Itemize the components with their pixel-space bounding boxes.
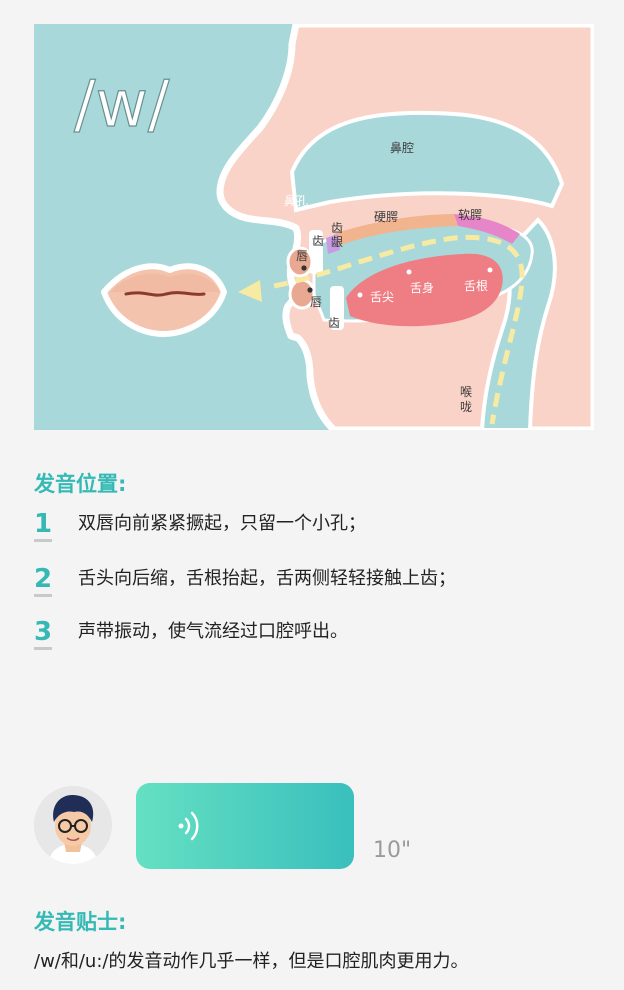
pronunciation-tip-text: /w/和/u:/的发音动作几乎一样，但是口腔肌肉更用力。 (34, 951, 469, 972)
teacher-avatar (34, 786, 112, 864)
label-soft-palate: 软腭 (458, 208, 482, 222)
avatar-illustration (34, 786, 112, 864)
step-text: 舌头向后缩，舌根抬起，舌两侧轻轻接触上齿； (78, 568, 456, 589)
label-throat-1: 喉 (460, 385, 472, 399)
label-alveolar-2: 龈 (331, 235, 343, 249)
label-upper-lip: 唇 (296, 249, 308, 263)
step-number: 3 (34, 618, 52, 650)
label-hard-palate: 硬腭 (374, 210, 398, 224)
label-lower-lip: 唇 (310, 295, 322, 309)
step-number: 1 (34, 510, 52, 542)
phoneme-label: /w/ (74, 68, 170, 142)
upper-lip-dot (301, 265, 307, 271)
pronunciation-tips-title: 发音贴士: (34, 910, 127, 934)
mouth-diagram: /w/ 鼻腔 鼻孔 齿 齿 龈 硬腭 软腭 唇 唇 齿 舌尖 舌身 舌根 喉 咙 (34, 24, 594, 430)
label-upper-teeth: 齿 (312, 234, 324, 248)
tongue-body-dot (406, 269, 412, 275)
tongue-root-dot (487, 267, 493, 273)
label-alveolar-1: 齿 (331, 221, 343, 235)
step-text: 声带振动，使气流经过口腔呼出。 (78, 621, 348, 642)
label-nostril: 鼻孔 (284, 193, 308, 208)
label-tongue-tip: 舌尖 (370, 290, 394, 304)
step-text: 双唇向前紧紧撅起，只留一个小孔； (78, 513, 366, 534)
step-item: 2 舌头向后缩，舌根抬起，舌两侧轻轻接触上齿； (34, 565, 456, 601)
sound-wave-icon (178, 811, 199, 841)
lower-lip-dot (307, 287, 313, 293)
label-tongue-body: 舌身 (410, 280, 434, 295)
label-lower-teeth: 齿 (328, 316, 340, 330)
label-nasal-cavity: 鼻腔 (390, 140, 414, 155)
step-item: 1 双唇向前紧紧撅起，只留一个小孔； (34, 510, 366, 546)
tongue-tip-dot (357, 292, 363, 298)
step-number: 2 (34, 565, 52, 597)
label-throat-2: 咙 (460, 400, 472, 414)
play-audio-button[interactable] (136, 783, 354, 869)
label-tongue-root: 舌根 (464, 279, 488, 293)
pronunciation-position-title: 发音位置: (34, 472, 127, 496)
audio-duration: 10" (373, 838, 412, 863)
step-item: 3 声带振动，使气流经过口腔呼出。 (34, 618, 348, 654)
